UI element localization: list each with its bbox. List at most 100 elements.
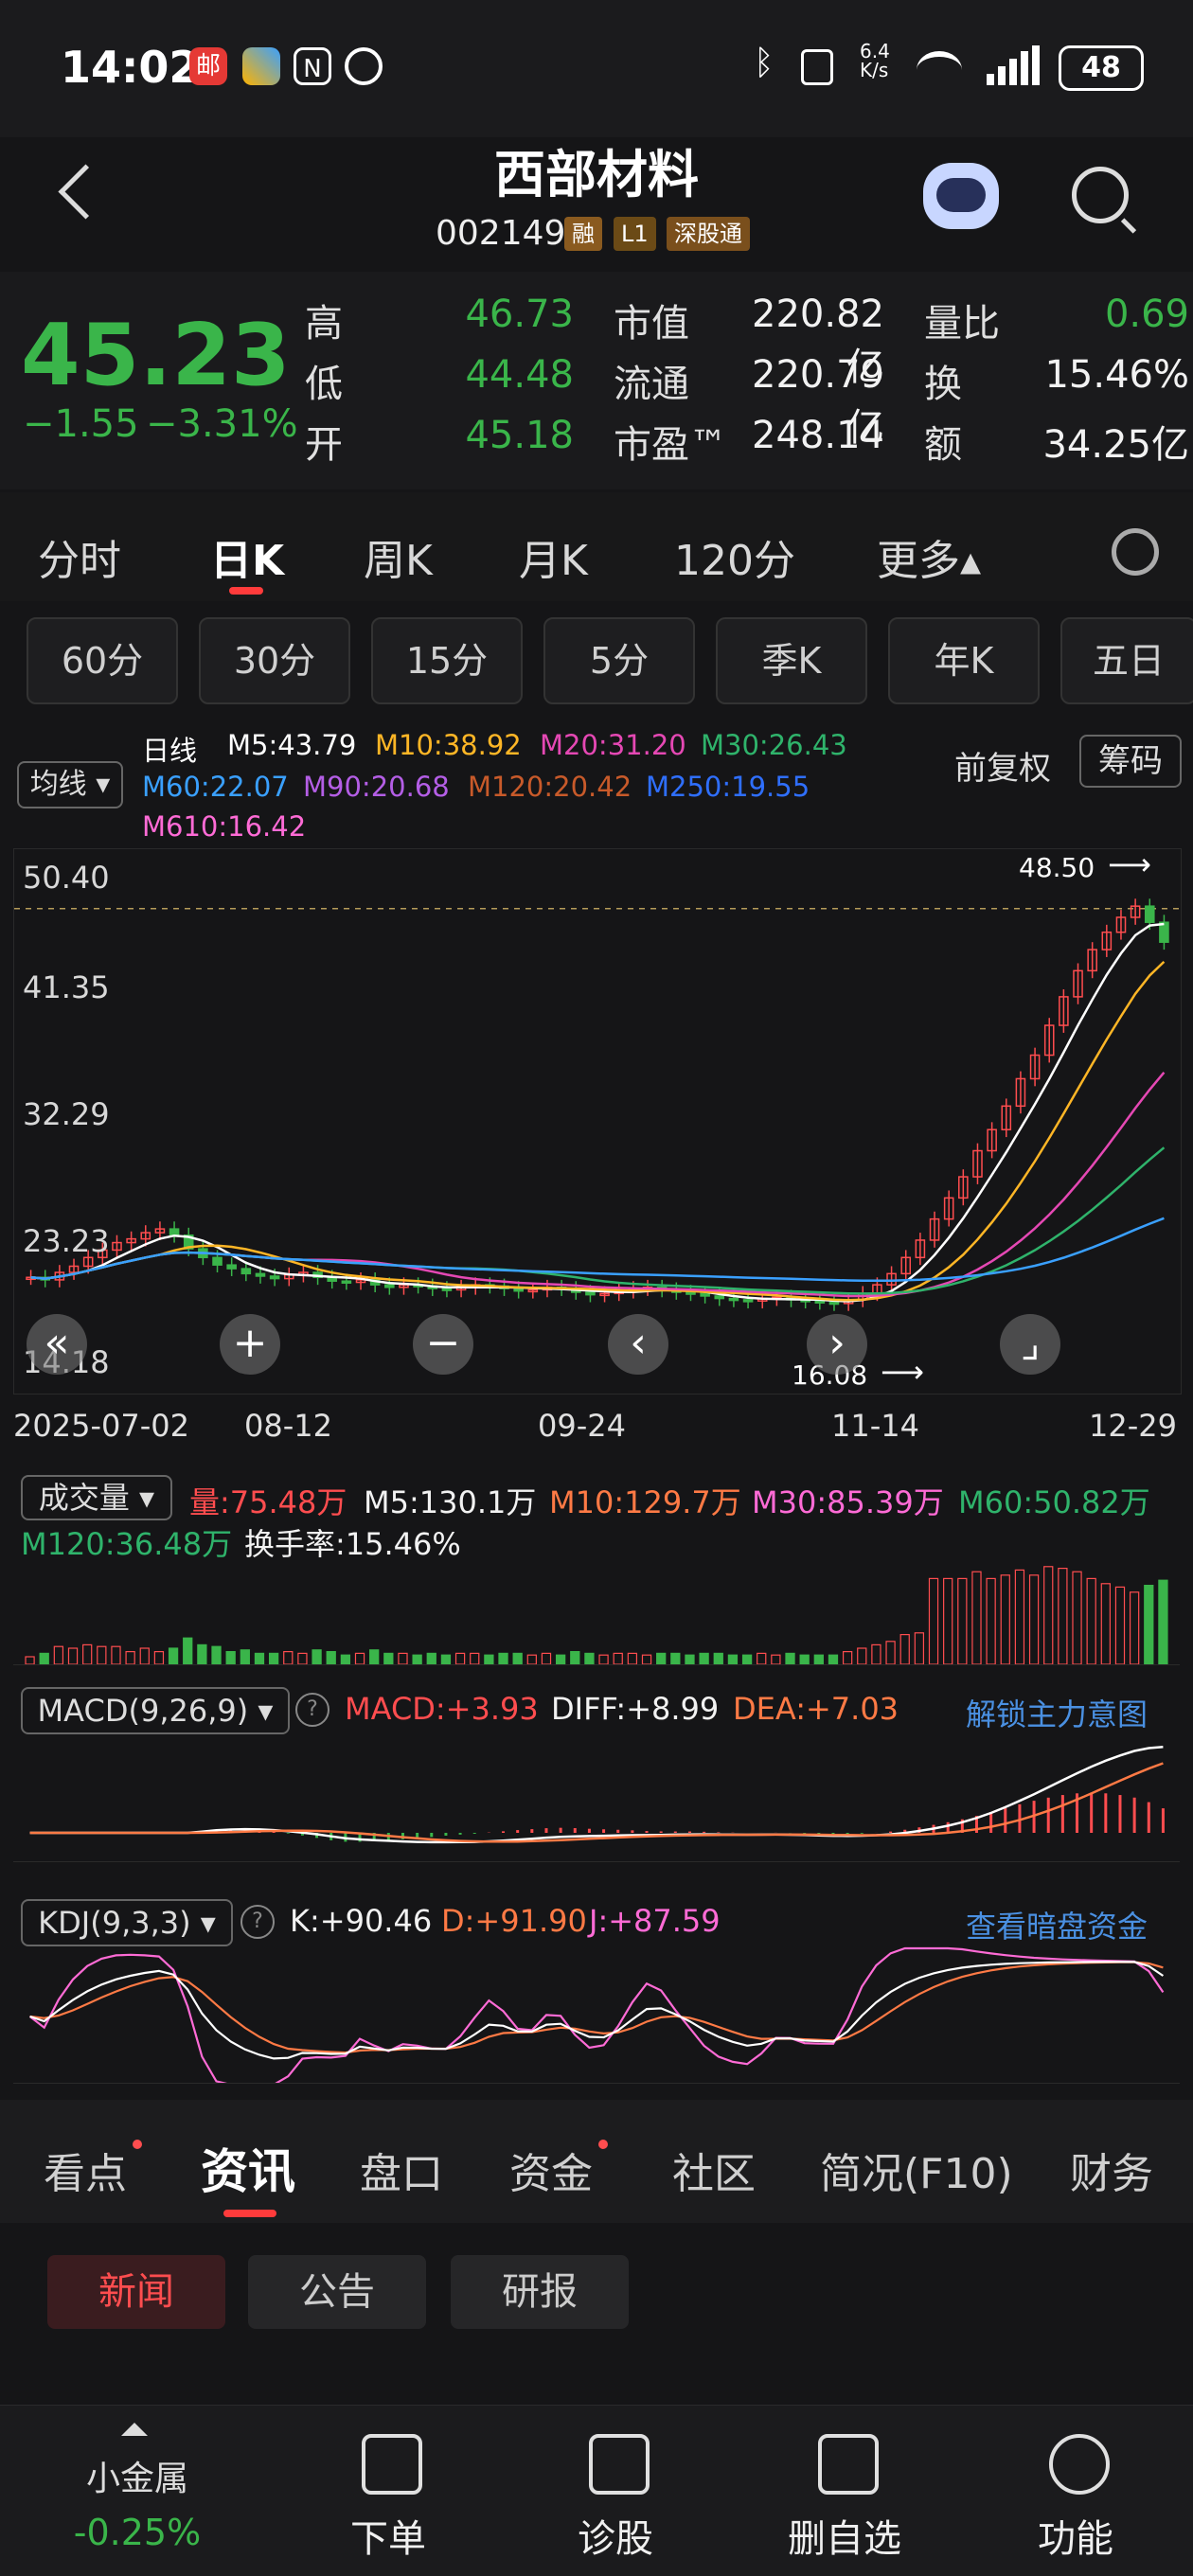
subtab-research[interactable]: 研报: [451, 2255, 629, 2329]
status-bar: 14:02 邮 N ᛒ 6.4 K/s 48: [0, 0, 1193, 137]
chip-60min[interactable]: 60分: [27, 617, 178, 704]
bottom-bar: 小金属 -0.25% 下单 诊股 删自选 功能: [0, 2405, 1193, 2576]
settings-icon[interactable]: [1112, 528, 1159, 576]
tab-weekly-k[interactable]: 周K: [364, 526, 433, 587]
volume-bar: [1043, 1566, 1054, 1665]
tab-order-book[interactable]: 盘口: [360, 2140, 443, 2200]
step-back-icon[interactable]: ‹: [608, 1314, 668, 1375]
help-icon[interactable]: ?: [240, 1905, 275, 1939]
volume-bar: [971, 1571, 982, 1665]
macd-selector[interactable]: MACD(9,26,9) ▾: [21, 1687, 290, 1734]
macd-chart[interactable]: [13, 1729, 1180, 1862]
stock-name: 西部材料: [494, 145, 699, 204]
volume-bar: [627, 1652, 638, 1665]
battery-icon: 48: [1059, 45, 1144, 91]
y-tick-4: 23.23: [23, 1223, 110, 1259]
active-tab-indicator: [229, 587, 263, 595]
volume-bar: [656, 1652, 667, 1665]
volume-bar: [613, 1652, 623, 1665]
zoom-in-icon[interactable]: +: [220, 1314, 280, 1375]
candle-body: [240, 1268, 252, 1275]
high-value: 46.73: [465, 293, 574, 336]
chip-quarterly[interactable]: 季K: [716, 617, 867, 704]
subtab-announcements[interactable]: 公告: [248, 2255, 426, 2329]
candle-body: [714, 1295, 725, 1300]
open-label: 开: [305, 423, 343, 467]
volume-bar: [197, 1643, 207, 1665]
kline-svg: [14, 898, 1181, 1311]
menu-icon[interactable]: [1049, 2434, 1110, 2495]
tag-connect: 深股通: [667, 217, 750, 251]
tab-financials[interactable]: 财务: [1070, 2140, 1153, 2200]
volume-chart[interactable]: [13, 1524, 1180, 1665]
chip-yearly[interactable]: 年K: [888, 617, 1040, 704]
j-value: J:+87.59: [589, 1903, 721, 1939]
remove-watchlist-button[interactable]: 删自选: [750, 2508, 939, 2563]
diagnose-button[interactable]: 诊股: [521, 2508, 710, 2563]
diagnose-icon[interactable]: [589, 2434, 650, 2495]
kdj-chart[interactable]: [13, 1941, 1180, 2087]
volume-selector[interactable]: 成交量 ▾: [21, 1475, 172, 1520]
vol-ma30: M30:85.39万: [752, 1484, 944, 1520]
ai-assistant-icon[interactable]: [923, 163, 999, 229]
search-icon[interactable]: [1072, 167, 1129, 223]
min-arrow-icon: ⟶: [881, 1354, 924, 1390]
candle-body: [384, 1284, 395, 1288]
chip-5min[interactable]: 5分: [543, 617, 695, 704]
order-button[interactable]: 下单: [294, 2508, 483, 2563]
volume-bar: [899, 1633, 910, 1665]
volume-bar: [326, 1651, 336, 1665]
chip-30min[interactable]: 30分: [199, 617, 350, 704]
price-change: −1.55: [23, 402, 139, 446]
tab-community[interactable]: 社区: [672, 2140, 756, 2200]
tab-profile-f10[interactable]: 简况(F10): [820, 2140, 1013, 2200]
kline-chart[interactable]: [13, 848, 1182, 1395]
step-forward-icon[interactable]: ›: [807, 1314, 867, 1375]
expand-up-icon[interactable]: [121, 2423, 148, 2436]
candle-body: [169, 1228, 180, 1236]
tab-news[interactable]: 资讯: [201, 2134, 295, 2202]
volume-bar: [785, 1652, 795, 1665]
chip-15min[interactable]: 15分: [371, 617, 523, 704]
tab-funds[interactable]: 资金: [509, 2140, 593, 2200]
kdj-selector[interactable]: KDJ(9,3,3) ▾: [21, 1899, 233, 1946]
volume-svg: [25, 1566, 1168, 1665]
candle-body: [700, 1292, 710, 1297]
k-value: K:+90.46: [290, 1903, 433, 1939]
fullscreen-icon[interactable]: ⌟: [1000, 1314, 1060, 1375]
volume-bar: [97, 1645, 107, 1665]
volume-bar: [39, 1652, 49, 1665]
functions-button[interactable]: 功能: [981, 2508, 1170, 2563]
help-icon[interactable]: ?: [295, 1693, 329, 1727]
tab-more[interactable]: 更多▴: [877, 526, 981, 587]
candle-body: [513, 1288, 524, 1292]
tab-intraday[interactable]: 分时: [38, 526, 121, 587]
zoom-out-icon[interactable]: −: [413, 1314, 473, 1375]
ma-selector[interactable]: 均线 ▾: [17, 761, 123, 808]
alarm-icon: [345, 47, 383, 85]
tab-daily-k[interactable]: 日K: [210, 526, 284, 587]
tab-highlights[interactable]: 看点: [44, 2140, 127, 2200]
tab-120min[interactable]: 120分: [674, 526, 795, 587]
ma10-value: M10:38.92: [375, 729, 522, 761]
signal-icon: [987, 45, 1040, 91]
chip-five-day[interactable]: 五日: [1060, 617, 1193, 704]
x-tick-2: 08-12: [244, 1408, 332, 1444]
volume-bar: [598, 1654, 609, 1665]
chips-button[interactable]: 筹码: [1079, 735, 1182, 788]
volume-bar: [757, 1652, 767, 1665]
fast-back-icon[interactable]: «: [27, 1314, 87, 1375]
ma20-line: [30, 1071, 1166, 1298]
remove-watchlist-icon[interactable]: [818, 2434, 879, 2495]
active-tab-indicator: [223, 2210, 276, 2217]
macd-svg: [29, 1746, 1165, 1844]
x-tick-4: 11-14: [831, 1408, 919, 1444]
subtab-news[interactable]: 新闻: [47, 2255, 225, 2329]
adjust-mode[interactable]: 前复权: [954, 742, 1051, 789]
notification-dot: [598, 2140, 608, 2149]
volume-bar: [771, 1654, 781, 1665]
turnover-value: 15.46%: [1044, 353, 1189, 397]
order-icon[interactable]: [362, 2434, 422, 2495]
sector-name[interactable]: 小金属: [38, 2451, 237, 2500]
tab-monthly-k[interactable]: 月K: [519, 526, 588, 587]
